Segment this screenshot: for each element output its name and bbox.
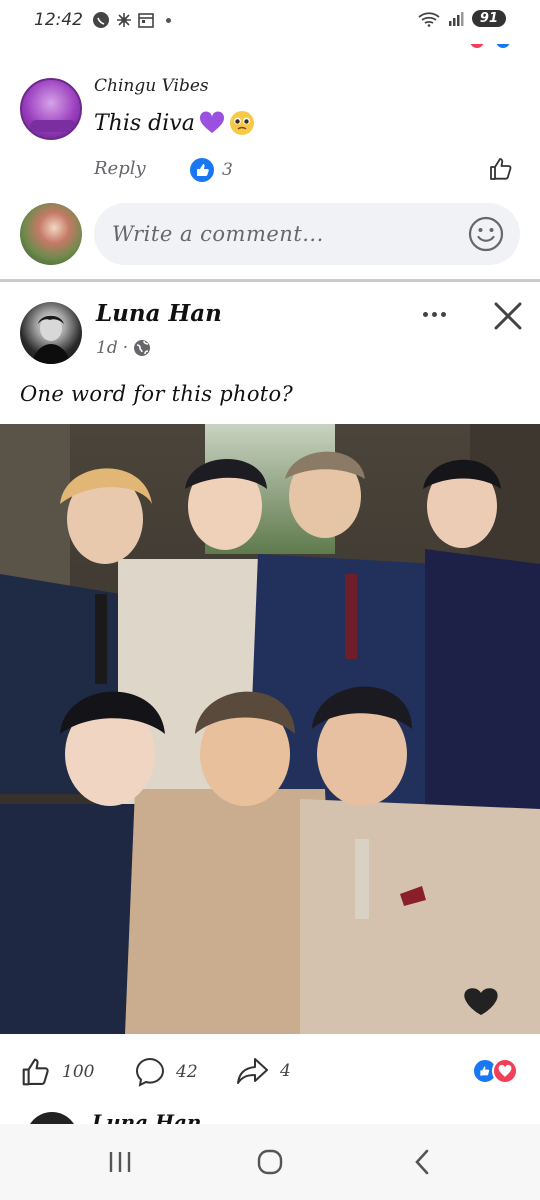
home-icon (257, 1149, 283, 1175)
emoji-picker-icon[interactable] (468, 216, 504, 252)
signal-icon (448, 11, 464, 26)
calendar-icon (138, 13, 154, 28)
reaction-summary[interactable] (472, 1058, 518, 1084)
comment-like-number: 3 (222, 160, 233, 180)
status-bar: 12:42 91 (0, 0, 540, 44)
thumbs-up-icon (22, 1058, 49, 1086)
status-notification-icons (92, 11, 171, 29)
comment-text-row: This diva (94, 110, 255, 136)
settings-icon (117, 13, 131, 27)
comment-count: 42 (176, 1062, 198, 1082)
group-photo-illustration (0, 424, 540, 1034)
whatsapp-icon (93, 12, 109, 28)
reply-button[interactable]: Reply (94, 158, 146, 179)
comment-like-count[interactable]: 3 (190, 158, 233, 182)
like-count: 100 (62, 1062, 95, 1082)
thumbs-up-icon (490, 158, 512, 180)
purple-heart-icon (199, 111, 224, 133)
previous-content-edge (0, 44, 540, 52)
next-post-avatar[interactable] (26, 1112, 78, 1124)
post-author-name[interactable]: Luna Han (96, 300, 222, 327)
post-photo[interactable] (0, 424, 540, 1034)
meta-separator: · (122, 338, 129, 358)
commenter-name[interactable]: Chingu Vibes (94, 76, 209, 96)
post-header: Luna Han 1d · (0, 290, 540, 370)
status-time: 12:42 (34, 10, 83, 30)
like-reaction-icon (190, 158, 214, 182)
comment-button[interactable]: 42 (134, 1056, 198, 1088)
comment-like-button[interactable] (488, 156, 514, 186)
current-user-avatar[interactable] (20, 203, 82, 265)
comment-text: This diva (94, 110, 195, 136)
pleading-face-icon (229, 111, 254, 135)
more-notifications-dot (166, 17, 171, 23)
close-icon[interactable] (490, 298, 526, 334)
like-button[interactable]: 100 (20, 1056, 94, 1088)
love-reaction-icon (492, 1058, 518, 1084)
share-arrow-icon (237, 1058, 268, 1084)
wifi-icon (418, 11, 440, 27)
system-navigation-bar (0, 1124, 540, 1200)
comment-input-placeholder: Write a comment... (112, 222, 324, 246)
avatar-portrait (32, 315, 70, 364)
post-caption: One word for this photo? (20, 382, 294, 406)
comment-input[interactable]: Write a comment... (94, 203, 520, 265)
post-author-avatar[interactable] (20, 302, 82, 364)
back-chevron-icon (415, 1149, 429, 1175)
comment-bubble-icon (135, 1057, 165, 1087)
comment-composer: Write a comment... (0, 200, 540, 272)
public-globe-icon (134, 340, 151, 356)
post-time[interactable]: 1d (96, 338, 118, 358)
comment-item: Chingu Vibes This diva Reply 3 (0, 70, 540, 190)
post-meta: 1d · (96, 338, 151, 358)
home-button[interactable] (250, 1146, 290, 1178)
post-more-options-button[interactable] (416, 302, 452, 326)
next-post-author[interactable]: Luna Han (92, 1110, 201, 1124)
commenter-avatar[interactable] (20, 78, 82, 140)
battery-indicator: 91 (471, 10, 506, 27)
share-button[interactable]: 4 (236, 1056, 291, 1086)
post-actions-bar: 100 42 4 (0, 1050, 540, 1094)
post-divider (0, 279, 540, 282)
next-post-header-partial: Luna Han (0, 1104, 540, 1124)
recent-apps-icon (109, 1152, 131, 1172)
share-count: 4 (280, 1061, 291, 1081)
back-button[interactable] (402, 1146, 442, 1178)
recent-apps-button[interactable] (100, 1146, 140, 1178)
avatar-badge (30, 120, 76, 132)
